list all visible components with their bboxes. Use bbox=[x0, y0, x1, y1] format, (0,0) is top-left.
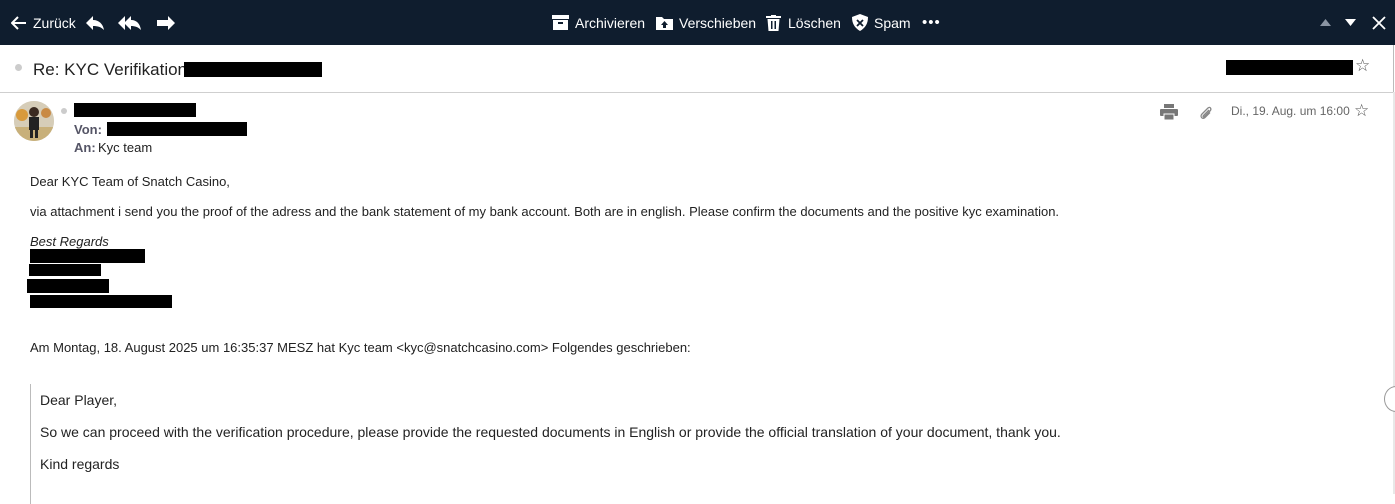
message-toolbar: Zurück Archivieren Verschieben Löschen S… bbox=[0, 0, 1395, 45]
attachment-button[interactable] bbox=[1199, 105, 1213, 126]
move-folder-icon bbox=[656, 17, 673, 30]
scroll-handle[interactable] bbox=[1384, 386, 1395, 412]
redacted-signature-line-4 bbox=[30, 295, 172, 308]
reply-all-button[interactable] bbox=[118, 0, 142, 45]
delete-button[interactable]: Löschen bbox=[766, 0, 841, 45]
subject-bar: Re: KYC Verifikation ☆ bbox=[0, 45, 1394, 93]
paperclip-icon bbox=[1200, 106, 1212, 119]
to-value[interactable]: Kyc team bbox=[98, 140, 152, 155]
more-button[interactable]: ••• bbox=[922, 0, 941, 45]
avatar bbox=[14, 101, 54, 141]
body-greeting: Dear KYC Team of Snatch Casino, bbox=[30, 174, 230, 189]
redacted-sender bbox=[1226, 60, 1353, 75]
quote-header: Am Montag, 18. August 2025 um 16:35:37 M… bbox=[30, 340, 691, 355]
arrow-left-icon bbox=[11, 15, 26, 30]
next-message-button[interactable] bbox=[1345, 0, 1356, 45]
spam-button[interactable]: Spam bbox=[852, 0, 911, 45]
redacted-signature-line-2 bbox=[29, 264, 101, 276]
redacted-from-address bbox=[107, 122, 247, 136]
shield-icon bbox=[852, 14, 868, 31]
trash-icon bbox=[766, 14, 781, 31]
spam-label: Spam bbox=[874, 14, 911, 31]
back-label: Zurück bbox=[33, 14, 76, 31]
redacted-signature-line-1 bbox=[30, 249, 145, 263]
forward-icon bbox=[157, 15, 175, 30]
printer-icon bbox=[1160, 104, 1178, 121]
message-date: Di., 19. Aug. um 16:00 bbox=[1231, 104, 1350, 118]
quoted-message: Dear Player, So we can proceed with the … bbox=[30, 384, 1371, 504]
print-button[interactable] bbox=[1160, 104, 1178, 125]
reply-button[interactable] bbox=[85, 0, 105, 45]
close-icon bbox=[1372, 15, 1386, 30]
quote-paragraph: So we can proceed with the verification … bbox=[40, 424, 1061, 440]
redacted-subject bbox=[184, 62, 322, 77]
reply-all-icon bbox=[118, 15, 141, 30]
avatar-image bbox=[14, 101, 54, 141]
star-icon[interactable]: ☆ bbox=[1355, 57, 1370, 74]
redacted-signature-line-3 bbox=[27, 279, 109, 293]
close-button[interactable] bbox=[1372, 0, 1386, 45]
triangle-up-icon bbox=[1320, 19, 1331, 26]
move-button[interactable]: Verschieben bbox=[656, 0, 756, 45]
back-button[interactable]: Zurück bbox=[11, 0, 76, 45]
unread-dot[interactable] bbox=[15, 64, 22, 71]
move-label: Verschieben bbox=[679, 14, 757, 31]
redacted-sender-name bbox=[74, 103, 196, 117]
forward-button[interactable] bbox=[156, 0, 176, 45]
delete-label: Löschen bbox=[788, 14, 841, 31]
archive-icon bbox=[552, 15, 569, 30]
archive-label: Archivieren bbox=[575, 14, 646, 31]
archive-button[interactable]: Archivieren bbox=[552, 0, 645, 45]
to-label: An: bbox=[74, 140, 96, 155]
body-signoff: Best Regards bbox=[30, 234, 109, 249]
message-unread-dot[interactable] bbox=[61, 108, 67, 114]
quote-signoff: Kind regards bbox=[40, 456, 120, 472]
from-label: Von: bbox=[74, 122, 102, 137]
more-dots-icon: ••• bbox=[922, 14, 941, 31]
previous-message-button[interactable] bbox=[1320, 0, 1331, 45]
triangle-down-icon bbox=[1345, 19, 1356, 26]
reply-icon bbox=[86, 15, 104, 30]
quote-greeting: Dear Player, bbox=[40, 392, 118, 408]
subject-title: Re: KYC Verifikation bbox=[33, 60, 188, 79]
message-star-icon[interactable]: ☆ bbox=[1354, 102, 1369, 119]
body-paragraph: via attachment i send you the proof of t… bbox=[30, 204, 1060, 219]
